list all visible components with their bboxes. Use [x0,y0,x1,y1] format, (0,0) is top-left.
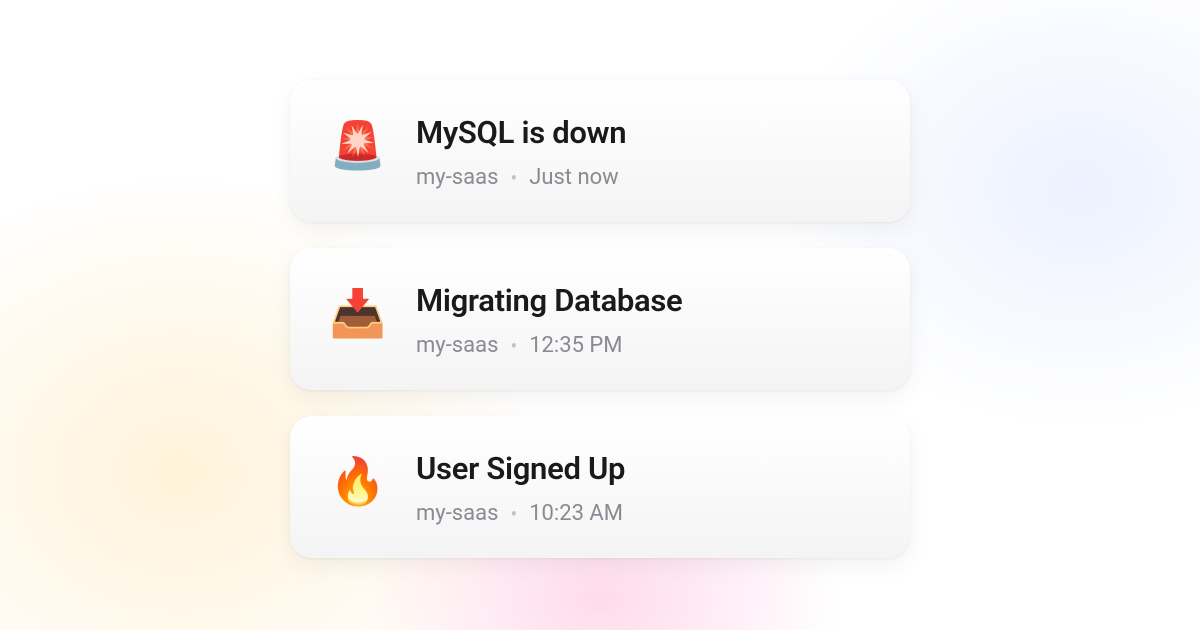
separator-dot: • [510,166,517,190]
notification-time: 12:35 PM [529,333,622,358]
separator-dot: • [510,502,517,526]
siren-icon: 🚨 [330,118,386,174]
notification-project: my-saas [416,333,498,358]
notification-meta: my-saas • Just now [416,165,870,190]
fire-icon: 🔥 [330,454,386,510]
inbox-download-icon: 📥 [330,286,386,342]
notification-title: Migrating Database [416,282,870,319]
notification-time: 10:23 AM [529,501,623,526]
notification-card[interactable]: 📥 Migrating Database my-saas • 12:35 PM [290,248,910,390]
notification-project: my-saas [416,165,498,190]
notification-title: MySQL is down [416,114,870,151]
notification-project: my-saas [416,501,498,526]
separator-dot: • [510,334,517,358]
notification-time: Just now [529,165,619,190]
notification-title: User Signed Up [416,450,870,487]
notification-meta: my-saas • 12:35 PM [416,333,870,358]
notification-content: User Signed Up my-saas • 10:23 AM [416,450,870,526]
notification-card[interactable]: 🚨 MySQL is down my-saas • Just now [290,80,910,222]
notification-content: Migrating Database my-saas • 12:35 PM [416,282,870,358]
notification-content: MySQL is down my-saas • Just now [416,114,870,190]
notification-card[interactable]: 🔥 User Signed Up my-saas • 10:23 AM [290,416,910,558]
notification-meta: my-saas • 10:23 AM [416,501,870,526]
